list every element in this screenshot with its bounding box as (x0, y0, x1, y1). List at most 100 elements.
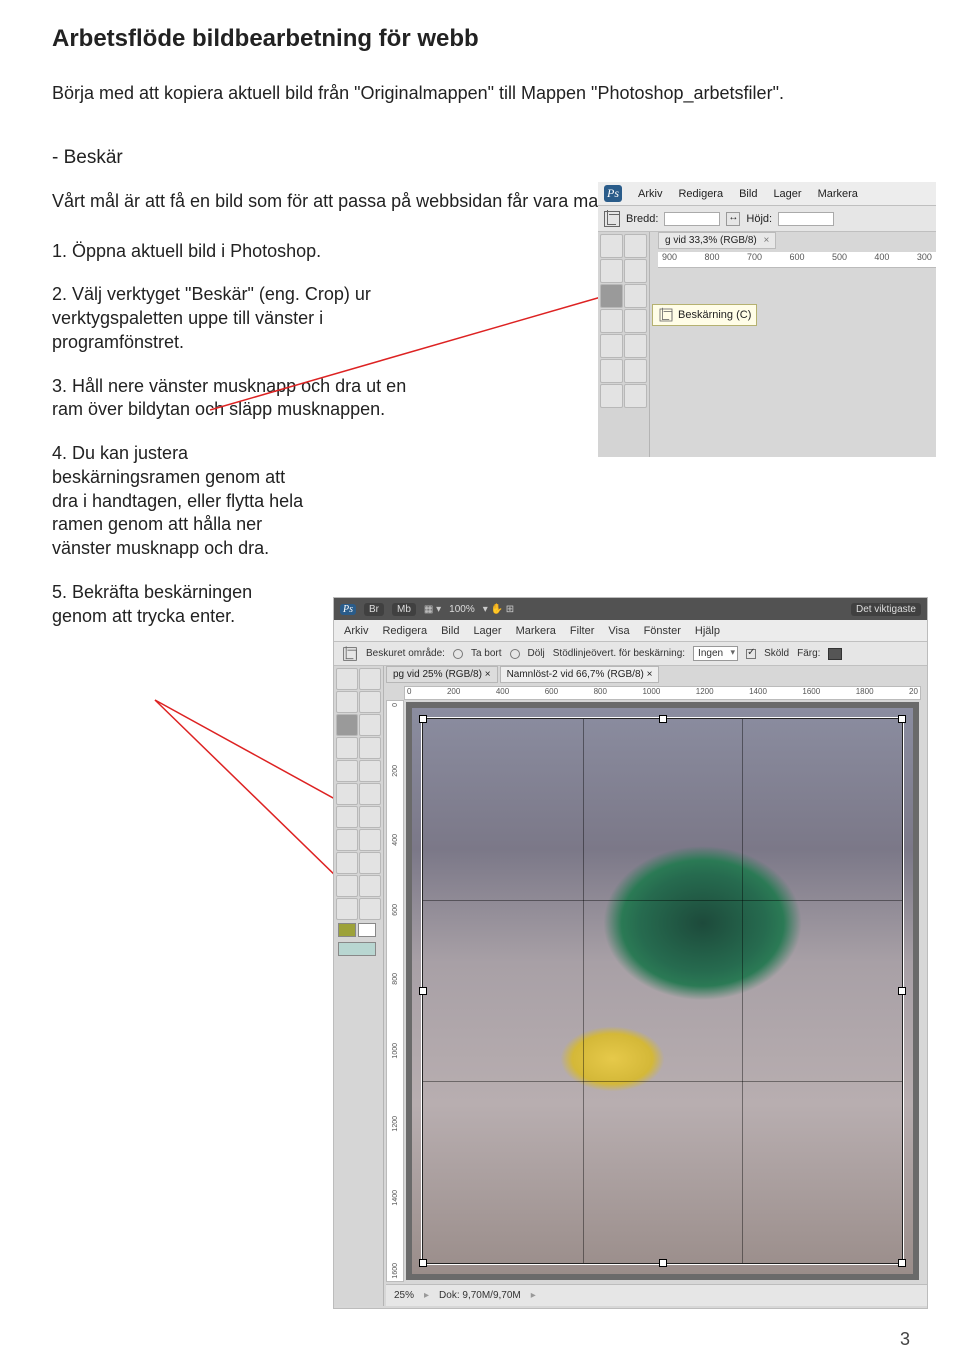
page-number: 3 (900, 1329, 910, 1350)
menu-lager[interactable]: Lager (473, 625, 501, 637)
shield-color-swatch[interactable] (828, 648, 842, 660)
type-tool[interactable] (359, 829, 381, 851)
crop-frame[interactable] (422, 718, 903, 1264)
canvas[interactable] (406, 702, 919, 1280)
history-brush-tool[interactable] (624, 334, 647, 358)
bg-swatch[interactable] (358, 923, 376, 937)
radio-hide[interactable] (510, 649, 520, 659)
object3d-tool[interactable] (336, 875, 358, 897)
eraser-tool[interactable] (600, 359, 623, 383)
color-label: Färg: (797, 648, 820, 659)
crop-handle-bm[interactable] (659, 1259, 667, 1267)
document-tab-1[interactable]: pg vid 25% (RGB/8) × (386, 666, 498, 683)
fg-swatch[interactable] (338, 923, 356, 937)
dodge-tool[interactable] (624, 384, 647, 408)
width-input[interactable] (664, 212, 720, 226)
dodge-tool[interactable] (359, 806, 381, 828)
brush-tool[interactable] (624, 309, 647, 333)
lasso-tool[interactable] (600, 259, 623, 283)
step-3: 3. Håll nere vänster musknapp och dra ut… (52, 375, 422, 423)
menu-markera[interactable]: Markera (516, 625, 556, 637)
menu-redigera[interactable]: Redigera (382, 625, 427, 637)
crop-tool[interactable] (600, 284, 623, 308)
crop-tool-icon[interactable] (343, 647, 357, 661)
grid-line (423, 1081, 902, 1082)
menu-visa[interactable]: Visa (608, 625, 629, 637)
minibridge-button[interactable]: Mb (392, 603, 416, 616)
tick: 600 (789, 252, 804, 267)
menu-lager[interactable]: Lager (773, 188, 801, 200)
gradient-tool[interactable] (359, 783, 381, 805)
shape-tool[interactable] (359, 852, 381, 874)
camera3d-tool[interactable] (359, 875, 381, 897)
shield-checkbox[interactable] (746, 649, 756, 659)
gradient-tool[interactable] (624, 359, 647, 383)
heal-tool[interactable] (600, 309, 623, 333)
stamp-tool[interactable] (600, 334, 623, 358)
path-tool[interactable] (336, 852, 358, 874)
tick: 400 (496, 687, 509, 699)
menu-markera[interactable]: Markera (818, 188, 858, 200)
zoom-readout[interactable]: 25% (394, 1290, 414, 1301)
height-input[interactable] (778, 212, 834, 226)
blur-tool[interactable] (600, 384, 623, 408)
menu-bild[interactable]: Bild (739, 188, 757, 200)
crop-tool[interactable] (336, 714, 358, 736)
workspace-button[interactable]: Det viktigaste (851, 603, 921, 616)
document-tab-2[interactable]: Namnlöst-2 vid 66,7% (RGB/8) × (500, 666, 660, 683)
zoom-value[interactable]: 100% (449, 604, 475, 615)
stamp-tool[interactable] (336, 760, 358, 782)
crop-handle-mr[interactable] (898, 987, 906, 995)
pen-tool[interactable] (336, 829, 358, 851)
tick: 1600 (392, 1263, 399, 1279)
step-5: 5. Bekräfta beskärningen genom att tryck… (52, 581, 312, 629)
eyedropper-tool[interactable] (624, 284, 647, 308)
crop-handle-bl[interactable] (419, 1259, 427, 1267)
wand-tool[interactable] (624, 259, 647, 283)
history-brush-tool[interactable] (359, 760, 381, 782)
step-1: 1. Öppna aktuell bild i Photoshop. (52, 240, 422, 264)
steps-list: 1. Öppna aktuell bild i Photoshop. 2. Vä… (52, 240, 422, 629)
blur-tool[interactable] (336, 806, 358, 828)
crop-handle-ml[interactable] (419, 987, 427, 995)
lasso-tool[interactable] (336, 691, 358, 713)
zoom-tool[interactable] (359, 898, 381, 920)
brush-tool[interactable] (359, 737, 381, 759)
radio-delete[interactable] (453, 649, 463, 659)
tick: 300 (917, 252, 932, 267)
hand-tool[interactable] (336, 898, 358, 920)
marquee-tool[interactable] (624, 234, 647, 258)
document-tab[interactable]: g vid 33,3% (RGB/8) × (658, 232, 776, 249)
menu-filter[interactable]: Filter (570, 625, 594, 637)
menu-fonster[interactable]: Fönster (644, 625, 681, 637)
wand-tool[interactable] (359, 691, 381, 713)
eraser-tool[interactable] (336, 783, 358, 805)
guide-overlay-select[interactable]: Ingen (693, 646, 738, 661)
eyedropper-tool[interactable] (359, 714, 381, 736)
tick: 20 (909, 687, 918, 699)
grid-line (742, 719, 743, 1263)
menu-hjalp[interactable]: Hjälp (695, 625, 720, 637)
crop-tool-icon[interactable] (604, 211, 620, 227)
menu-arkiv[interactable]: Arkiv (344, 625, 368, 637)
tick: 800 (594, 687, 607, 699)
swap-dimensions-icon[interactable] (726, 212, 740, 226)
crop-handle-br[interactable] (898, 1259, 906, 1267)
quick-mask-icon[interactable] (338, 942, 376, 956)
step-4: 4. Du kan justera beskärningsramen genom… (52, 442, 312, 561)
move-tool[interactable] (600, 234, 623, 258)
menu-redigera[interactable]: Redigera (678, 188, 723, 200)
crop-handle-tm[interactable] (659, 715, 667, 723)
close-icon[interactable]: × (485, 669, 491, 680)
close-icon[interactable]: × (764, 235, 770, 246)
move-tool[interactable] (336, 668, 358, 690)
close-icon[interactable]: × (647, 669, 653, 680)
marquee-tool[interactable] (359, 668, 381, 690)
crop-handle-tl[interactable] (419, 715, 427, 723)
crop-handle-tr[interactable] (898, 715, 906, 723)
section-heading: - Beskär (52, 147, 908, 169)
menu-bild[interactable]: Bild (441, 625, 459, 637)
heal-tool[interactable] (336, 737, 358, 759)
menu-arkiv[interactable]: Arkiv (638, 188, 662, 200)
bridge-button[interactable]: Br (364, 603, 384, 616)
